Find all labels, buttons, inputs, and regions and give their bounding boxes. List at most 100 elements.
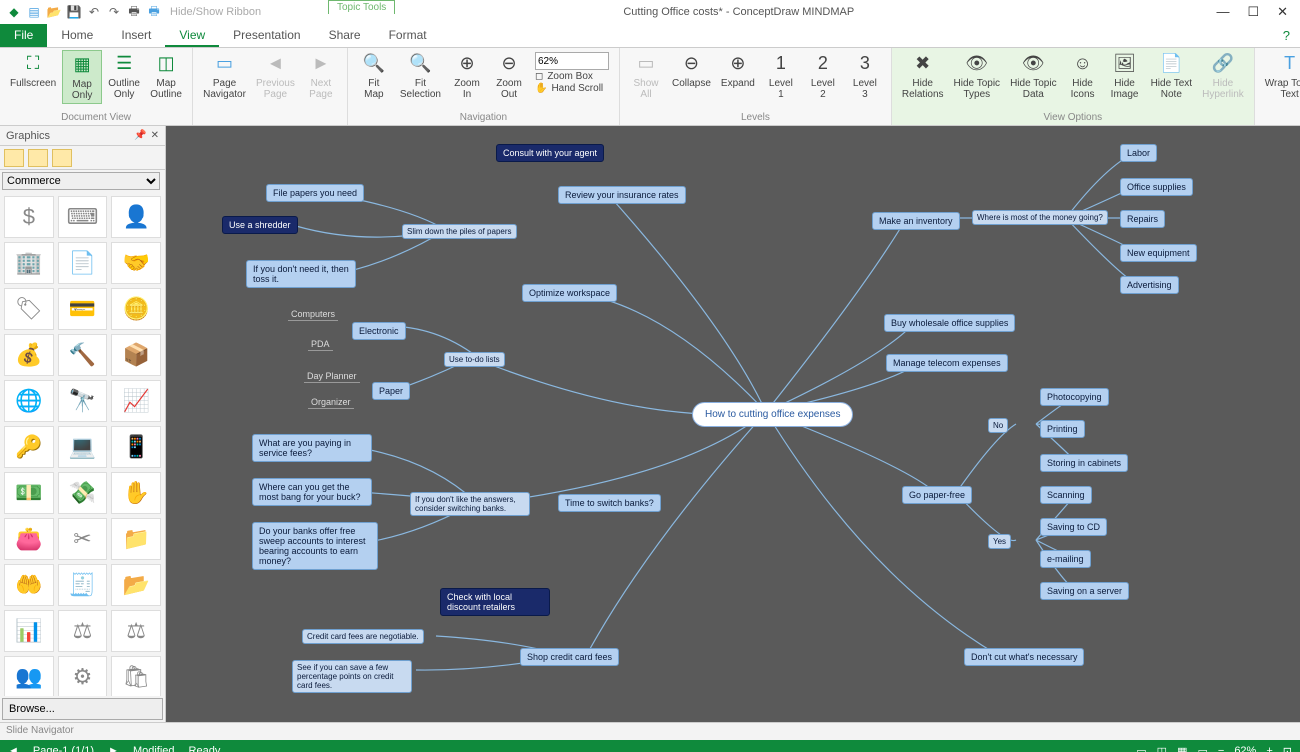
expand-button[interactable]: ⊕Expand (717, 50, 759, 91)
slide-navigator[interactable]: Slide Navigator (0, 722, 1300, 740)
level2-button[interactable]: 2Level 2 (803, 50, 843, 102)
topic[interactable]: Repairs (1120, 210, 1165, 228)
clipart-item[interactable]: 💳 (58, 288, 108, 330)
print-icon[interactable]: 🖶 (126, 4, 142, 20)
status-icon[interactable]: ▦ (1177, 745, 1187, 752)
hide-icons-button[interactable]: ☺Hide Icons (1063, 50, 1103, 102)
status-zoom-out-icon[interactable]: − (1218, 745, 1224, 752)
topic[interactable]: File papers you need (266, 184, 364, 202)
clipart-item[interactable]: ⚖ (58, 610, 108, 652)
topic[interactable]: PDA (308, 338, 333, 351)
clipart-item[interactable]: 🏷 (4, 288, 54, 330)
file-menu[interactable]: File (0, 24, 47, 47)
status-icon[interactable]: ▭ (1197, 745, 1207, 752)
zoom-in-button[interactable]: ⊕Zoom In (447, 50, 487, 102)
clipart-item[interactable]: 💰 (4, 334, 54, 376)
clipart-item[interactable]: 📂 (111, 564, 161, 606)
status-fit-icon[interactable]: ⊡ (1283, 745, 1292, 752)
topic[interactable]: Day Planner (304, 370, 360, 383)
topic[interactable]: See if you can save a few percentage poi… (292, 660, 412, 693)
clipart-item[interactable]: 💸 (58, 472, 108, 514)
panel-tool-3[interactable] (52, 149, 72, 167)
clipart-item[interactable]: 🛍 (111, 656, 161, 696)
clipart-item[interactable]: ✋ (111, 472, 161, 514)
topic[interactable]: Optimize workspace (522, 284, 617, 302)
help-icon[interactable]: ? (1273, 24, 1300, 47)
fullscreen-button[interactable]: ⛶Fullscreen (6, 50, 60, 91)
topic[interactable]: Do your banks offer free sweep accounts … (252, 522, 378, 570)
clipart-item[interactable]: 🔭 (58, 380, 108, 422)
clipart-item[interactable]: $ (4, 196, 54, 238)
clipart-item[interactable]: 📱 (111, 426, 161, 468)
topic[interactable]: What are you paying in service fees? (252, 434, 372, 462)
topic[interactable]: Don't cut what's necessary (964, 648, 1084, 666)
page-navigator-button[interactable]: ▭Page Navigator (199, 50, 250, 102)
tab-presentation[interactable]: Presentation (219, 24, 314, 47)
topic[interactable]: Review your insurance rates (558, 186, 686, 204)
topic-tools-tab[interactable]: Topic Tools (328, 0, 395, 14)
topic[interactable]: Electronic (352, 322, 406, 340)
collapse-button[interactable]: ⊖Collapse (668, 50, 715, 91)
undo-icon[interactable]: ↶ (86, 4, 102, 20)
new-icon[interactable]: ▤ (26, 4, 42, 20)
wrap-topic-button[interactable]: TWrap Topic Text (1261, 50, 1300, 102)
topic[interactable]: No (988, 418, 1008, 433)
topic[interactable]: Where can you get the most bang for your… (252, 478, 372, 506)
hide-image-button[interactable]: 🖼Hide Image (1105, 50, 1145, 102)
topic[interactable]: Buy wholesale office supplies (884, 314, 1015, 332)
hide-relations-button[interactable]: ✖Hide Relations (898, 50, 948, 102)
browse-button[interactable]: Browse... (2, 698, 163, 720)
clipart-item[interactable]: 👛 (4, 518, 54, 560)
topic[interactable]: Yes (988, 534, 1011, 549)
topic-center[interactable]: How to cutting office expenses (692, 402, 853, 427)
tab-home[interactable]: Home (47, 24, 107, 47)
topic[interactable]: Slim down the piles of papers (402, 224, 517, 239)
pin-icon[interactable]: 📌 (134, 130, 146, 141)
clipart-item[interactable]: 📊 (4, 610, 54, 652)
topic[interactable]: Scanning (1040, 486, 1092, 504)
clipart-item[interactable]: 👥 (4, 656, 54, 696)
print-preview-icon[interactable]: 🖶 (146, 4, 162, 20)
topic[interactable]: Advertising (1120, 276, 1179, 294)
prev-arrow-icon[interactable]: ◄ (8, 745, 19, 752)
clipart-item[interactable]: 📦 (111, 334, 161, 376)
topic[interactable]: Manage telecom expenses (886, 354, 1008, 372)
topic[interactable]: e-mailing (1040, 550, 1091, 568)
topic[interactable]: Use to-do lists (444, 352, 505, 367)
panel-tool-2[interactable] (28, 149, 48, 167)
maximize-icon[interactable]: ☐ (1247, 4, 1259, 20)
zoom-box-button[interactable]: ◻Zoom Box (535, 71, 609, 82)
hide-text-note-button[interactable]: 📄Hide Text Note (1147, 50, 1197, 102)
topic[interactable]: Consult with your agent (496, 144, 604, 162)
next-arrow-icon[interactable]: ► (108, 745, 119, 752)
clipart-item[interactable]: 💻 (58, 426, 108, 468)
minimize-icon[interactable]: — (1216, 4, 1229, 20)
clipart-item[interactable]: ✂ (58, 518, 108, 560)
clipart-item[interactable]: 🌐 (4, 380, 54, 422)
close-icon[interactable]: ✕ (1277, 4, 1288, 20)
clipart-item[interactable]: 📁 (111, 518, 161, 560)
tab-share[interactable]: Share (315, 24, 375, 47)
category-select[interactable]: Commerce (2, 172, 160, 190)
zoom-select[interactable] (535, 52, 609, 70)
topic[interactable]: Office supplies (1120, 178, 1193, 196)
topic[interactable]: Use a shredder (222, 216, 298, 234)
topic[interactable]: Make an inventory (872, 212, 960, 230)
topic[interactable]: If you don't like the answers, consider … (410, 492, 530, 516)
hide-ribbon-link[interactable]: Hide/Show Ribbon (170, 6, 261, 18)
topic[interactable]: If you don't need it, then toss it. (246, 260, 356, 288)
tab-view[interactable]: View (165, 24, 219, 47)
zoom-out-button[interactable]: ⊖Zoom Out (489, 50, 529, 102)
topic[interactable]: Shop credit card fees (520, 648, 619, 666)
status-zoom-in-icon[interactable]: + (1266, 745, 1272, 752)
topic[interactable]: Organizer (308, 396, 354, 409)
topic[interactable]: Labor (1120, 144, 1157, 162)
topic[interactable]: Where is most of the money going? (972, 210, 1108, 225)
panel-tool-1[interactable] (4, 149, 24, 167)
hide-topic-data-button[interactable]: 👁Hide Topic Data (1006, 50, 1061, 102)
topic[interactable]: Time to switch banks? (558, 494, 661, 512)
topic[interactable]: Storing in cabinets (1040, 454, 1128, 472)
topic[interactable]: Go paper-free (902, 486, 972, 504)
level1-button[interactable]: 1Level 1 (761, 50, 801, 102)
clipart-item[interactable]: 🔑 (4, 426, 54, 468)
